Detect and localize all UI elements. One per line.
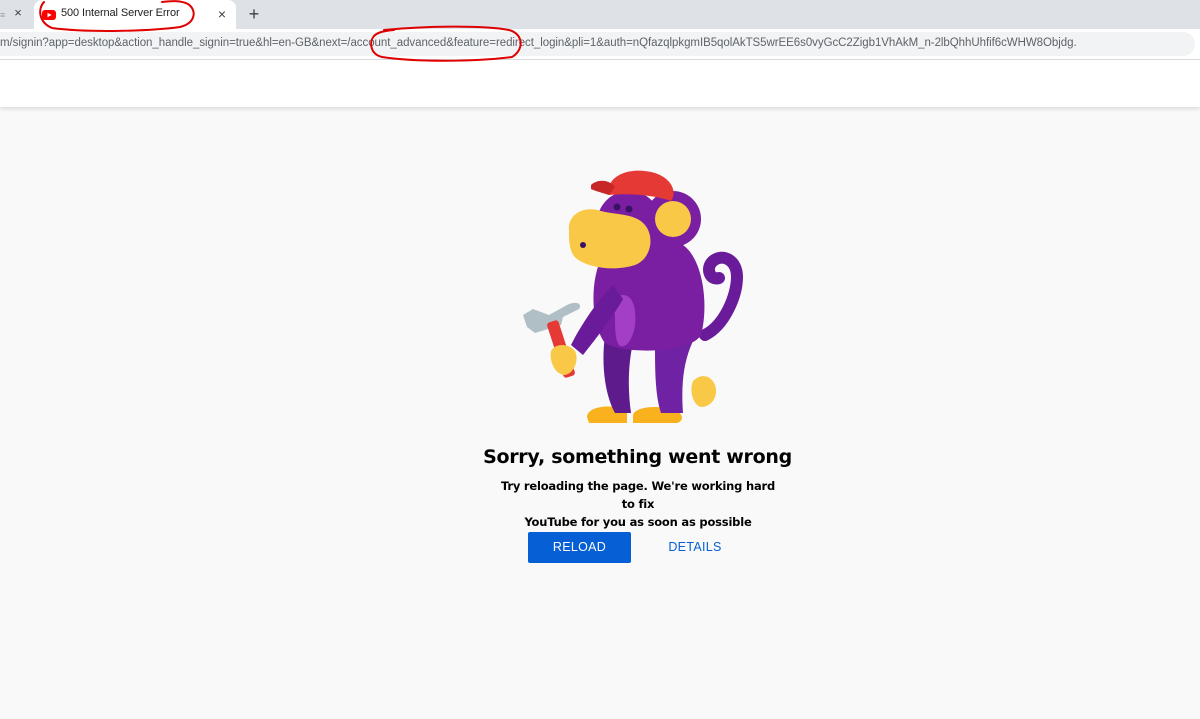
error-heading: Sorry, something went wrong — [483, 446, 792, 468]
page-header — [0, 60, 1200, 107]
tab-edge-icon: ≡ — [0, 10, 6, 20]
youtube-icon — [42, 10, 56, 20]
error-message: Try reloading the page. We're working ha… — [500, 477, 776, 531]
tab-title: 500 Internal Server Error — [61, 7, 180, 19]
address-bar[interactable]: m/signin?app=desktop&action_handle_signi… — [0, 32, 1195, 56]
error-message-line-2: YouTube for you as soon as possible — [524, 515, 752, 529]
active-tab[interactable]: 500 Internal Server Error × — [34, 0, 236, 29]
new-tab-button[interactable]: + — [244, 4, 264, 24]
error-message-line-1: Try reloading the page. We're working ha… — [500, 479, 776, 511]
tab-close-icon[interactable]: × — [214, 6, 230, 22]
previous-tab[interactable]: ≡ × — [0, 0, 30, 29]
tab-strip: ≡ × 500 Internal Server Error × + — [0, 0, 1200, 29]
url-text[interactable]: m/signin?app=desktop&action_handle_signi… — [0, 37, 1077, 49]
reload-button[interactable]: RELOAD — [528, 532, 631, 563]
details-button[interactable]: DETAILS — [654, 532, 736, 563]
previous-tab-close-icon[interactable]: × — [11, 6, 25, 20]
monkey-with-hammer-icon — [523, 170, 744, 423]
browser-toolbar: m/signin?app=desktop&action_handle_signi… — [0, 29, 1200, 60]
